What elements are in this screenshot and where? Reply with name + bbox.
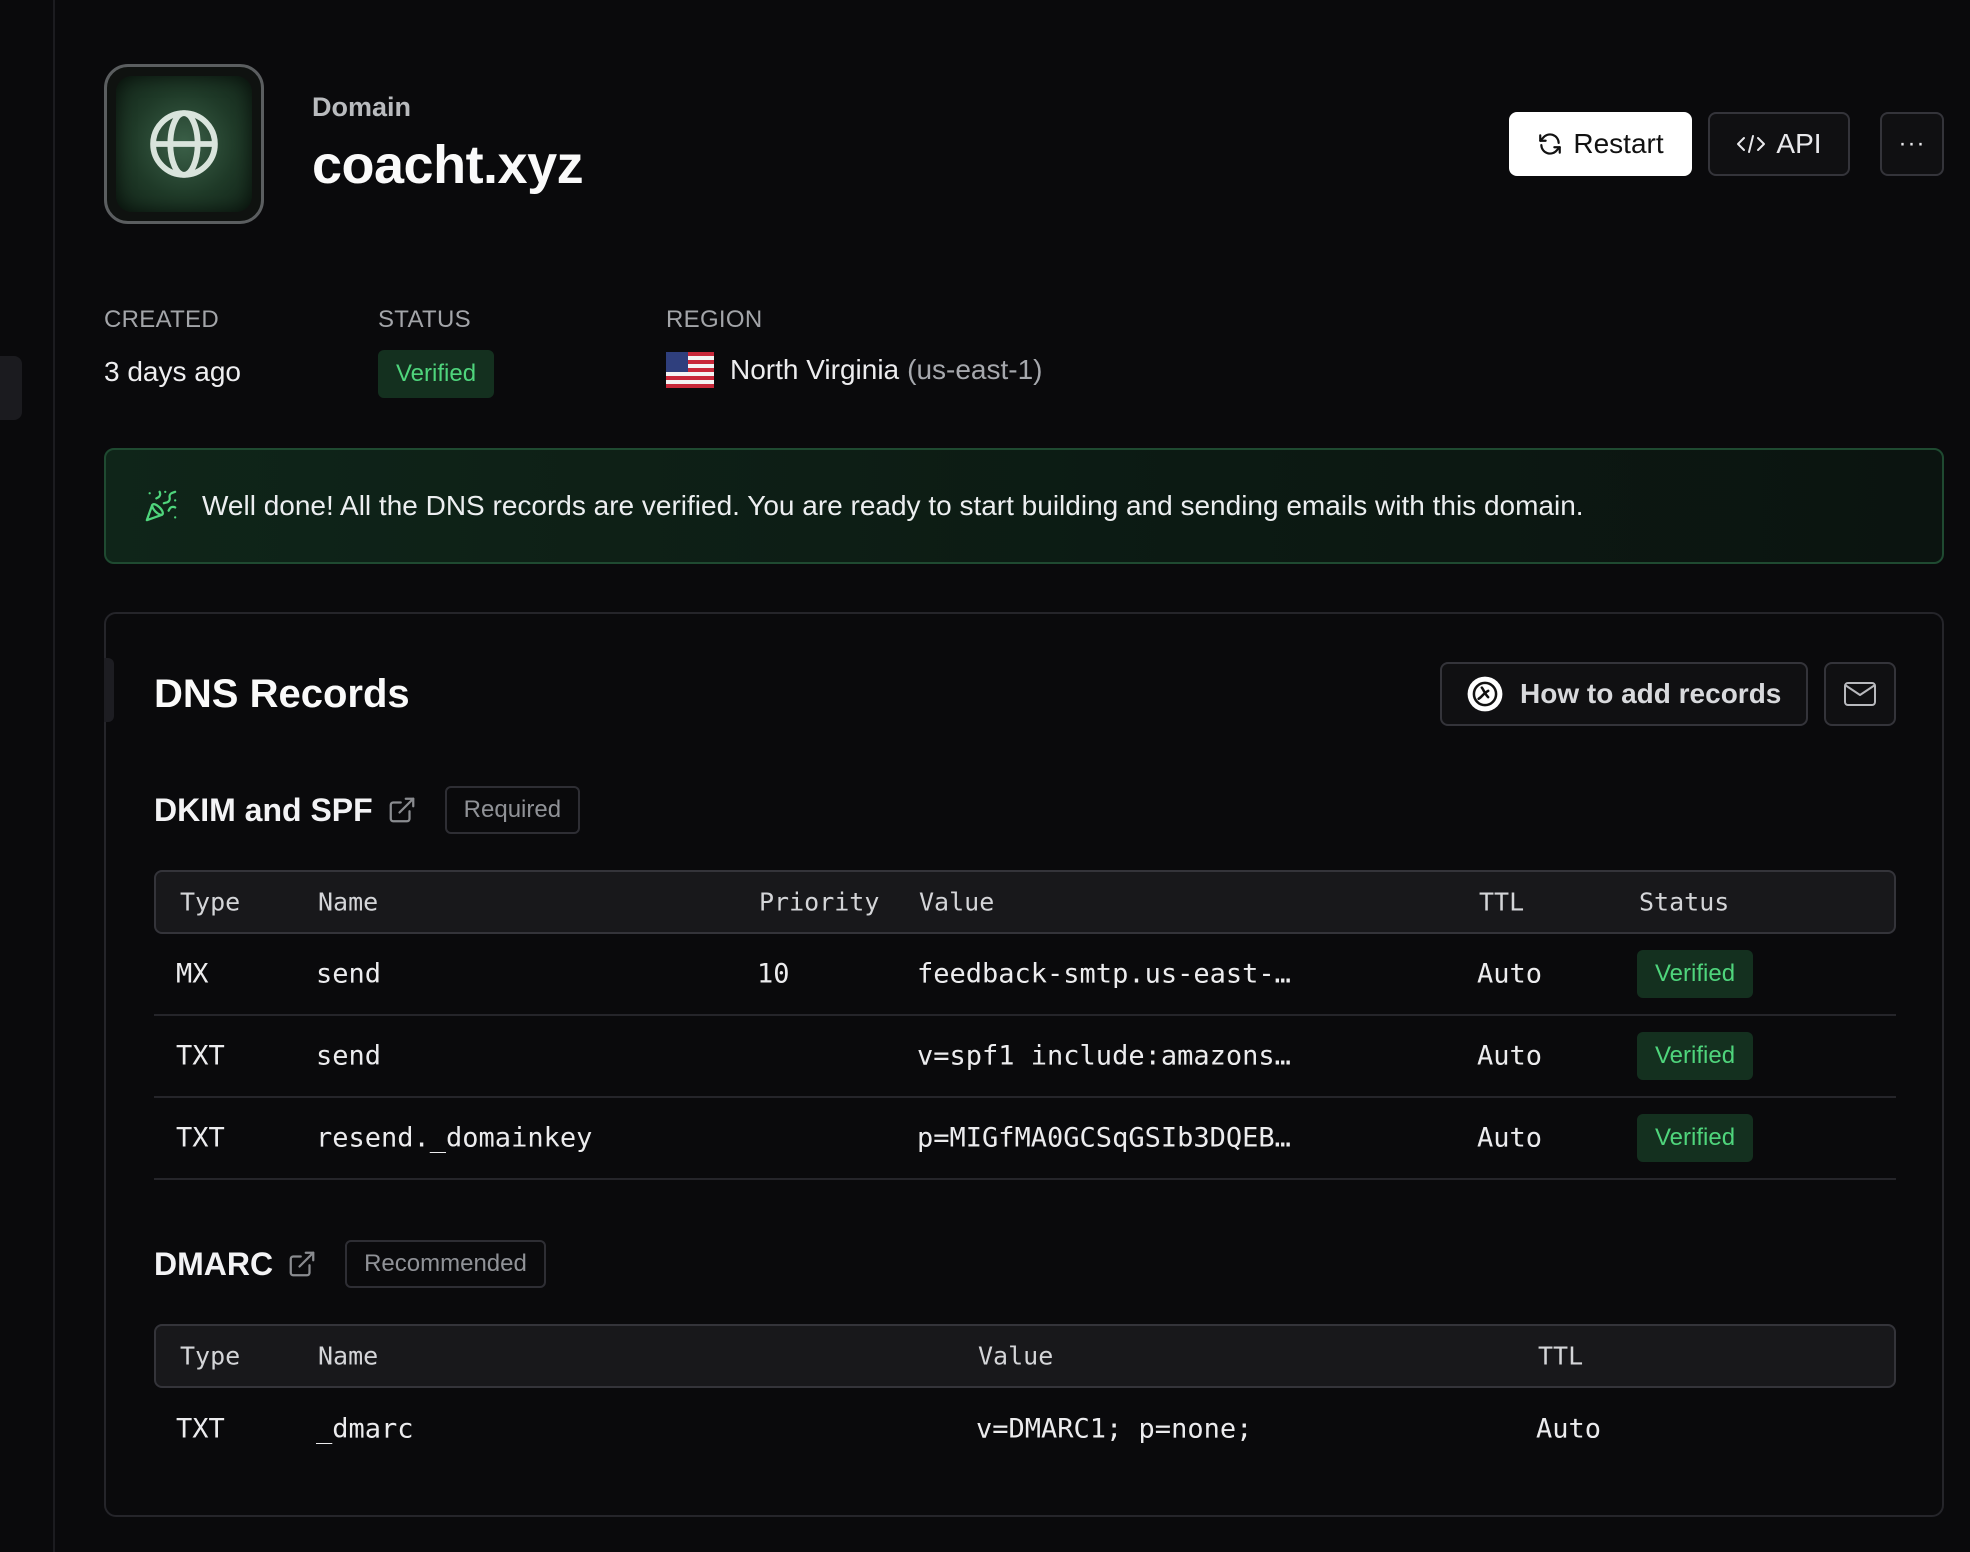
table-header: Type Name Priority Value TTL Status	[154, 870, 1896, 934]
recommended-tag: Recommended	[345, 1240, 546, 1288]
dmarc-title: DMARC	[154, 1245, 274, 1282]
ellipsis-icon: ···	[1898, 130, 1926, 157]
more-options-button[interactable]: ···	[1880, 112, 1944, 176]
region-label: REGION	[666, 306, 763, 333]
col-value: Value	[978, 1341, 1054, 1371]
email-records-button[interactable]	[1824, 662, 1896, 726]
rail-collapse-handle[interactable]	[0, 356, 22, 420]
cell-value[interactable]: v=spf1 include:amazons…	[917, 1041, 1291, 1072]
left-rail	[0, 0, 55, 1552]
page-eyebrow: Domain	[312, 92, 412, 122]
cell-ttl: Auto	[1477, 1122, 1543, 1154]
banner-text: Well done! All the DNS records are verif…	[202, 490, 1584, 521]
dkim-section-header: DKIM and SPF Required	[154, 786, 581, 834]
resend-logo-icon	[1467, 676, 1503, 712]
dns-records-title: DNS Records	[154, 672, 410, 716]
mail-icon	[1844, 682, 1876, 706]
status-badge: Verified	[1637, 1114, 1754, 1162]
cell-type: MX	[176, 958, 209, 990]
status-badge: Verified	[378, 350, 495, 398]
col-ttl: TTL	[1479, 887, 1525, 917]
status-label: STATUS	[378, 306, 471, 333]
globe-icon	[150, 110, 218, 178]
dmarc-section-header: DMARC Recommended	[154, 1240, 546, 1288]
cell-value[interactable]: v=DMARC1; p=none;	[976, 1414, 1252, 1445]
col-type: Type	[180, 1341, 241, 1371]
cell-type: TXT	[176, 1122, 225, 1154]
cell-name[interactable]: send	[316, 959, 381, 990]
domain-page: Domain coacht.xyz Restart API ··· CREATE…	[104, 0, 1944, 1552]
dkim-title: DKIM and SPF	[154, 791, 373, 828]
col-type: Type	[180, 887, 241, 917]
dns-records-card: DNS Records How to add records DKIM and …	[104, 612, 1944, 1517]
table-row[interactable]: TXT send v=spf1 include:amazons… Auto Ve…	[154, 1016, 1896, 1098]
api-button[interactable]: API	[1708, 112, 1850, 176]
cell-name[interactable]: _dmarc	[316, 1414, 414, 1445]
created-label: CREATED	[104, 306, 219, 333]
cell-ttl: Auto	[1477, 1040, 1543, 1072]
api-label: API	[1776, 128, 1822, 159]
page-title: coacht.xyz	[312, 135, 584, 195]
cell-priority: 10	[757, 958, 790, 990]
table-row[interactable]: TXT resend._domainkey p=MIGfMA0GCSqGSIb3…	[154, 1098, 1896, 1180]
dkim-spf-table: Type Name Priority Value TTL Status MX s…	[154, 870, 1896, 1180]
col-name: Name	[318, 1341, 379, 1371]
cell-value[interactable]: feedback-smtp.us-east-…	[917, 959, 1291, 990]
cell-name[interactable]: resend._domainkey	[316, 1123, 592, 1154]
how-to-add-records-label: How to add records	[1520, 678, 1782, 709]
col-priority: Priority	[759, 887, 880, 917]
cell-ttl: Auto	[1536, 1413, 1602, 1445]
created-value: 3 days ago	[104, 356, 241, 387]
code-icon	[1737, 135, 1766, 153]
table-row[interactable]: MX send 10 feedback-smtp.us-east-… Auto …	[154, 934, 1896, 1016]
refresh-icon	[1539, 133, 1562, 155]
region-value: North Virginia (us-east-1)	[666, 352, 1043, 388]
how-to-add-records-button[interactable]: How to add records	[1440, 662, 1808, 726]
col-value: Value	[919, 887, 995, 917]
external-link-icon[interactable]	[287, 1249, 317, 1279]
region-code: (us-east-1)	[907, 354, 1043, 385]
us-flag-icon	[666, 352, 714, 388]
cell-ttl: Auto	[1477, 958, 1543, 990]
col-ttl: TTL	[1538, 1341, 1584, 1371]
cell-name[interactable]: send	[316, 1041, 381, 1072]
party-popper-icon	[145, 490, 177, 522]
success-banner: Well done! All the DNS records are verif…	[104, 448, 1944, 564]
required-tag: Required	[444, 786, 581, 834]
external-link-icon[interactable]	[387, 795, 417, 825]
cell-value[interactable]: p=MIGfMA0GCSqGSIb3DQEB…	[917, 1123, 1291, 1154]
region-name: North Virginia	[730, 354, 900, 385]
domain-avatar	[104, 64, 264, 224]
restart-button[interactable]: Restart	[1509, 112, 1692, 176]
table-header: Type Name Value TTL	[154, 1324, 1896, 1388]
card-tab-handle	[104, 658, 114, 722]
table-row[interactable]: TXT _dmarc v=DMARC1; p=none; Auto	[154, 1388, 1896, 1470]
status-badge: Verified	[1637, 950, 1754, 998]
cell-type: TXT	[176, 1413, 225, 1445]
col-name: Name	[318, 887, 379, 917]
cell-type: TXT	[176, 1040, 225, 1072]
col-status: Status	[1639, 887, 1730, 917]
dmarc-table: Type Name Value TTL TXT _dmarc v=DMARC1;…	[154, 1324, 1896, 1470]
status-badge: Verified	[1637, 1032, 1754, 1080]
restart-label: Restart	[1573, 128, 1664, 159]
